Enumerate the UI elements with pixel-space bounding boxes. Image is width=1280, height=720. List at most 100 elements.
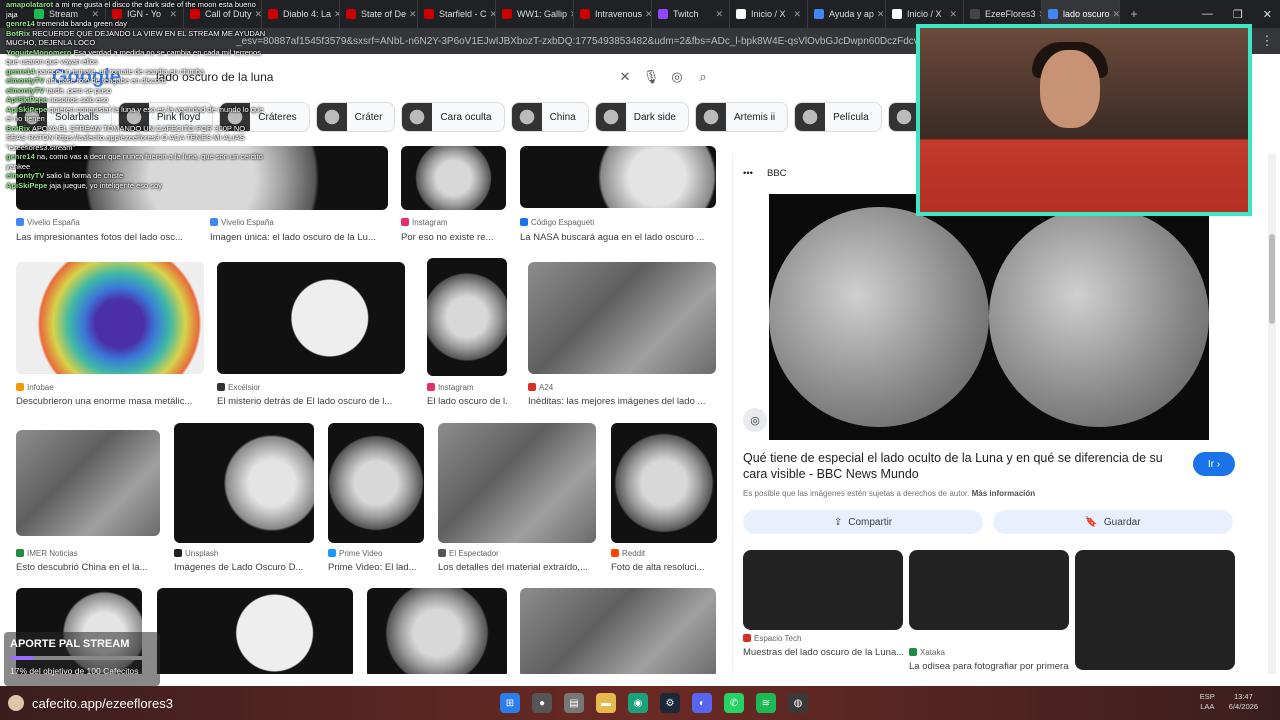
panel-site-name[interactable]: BBC xyxy=(767,168,787,179)
search-icon[interactable]: ⌕ xyxy=(690,69,716,85)
more-info-link[interactable]: Más información xyxy=(972,489,1036,498)
result-image[interactable] xyxy=(16,262,204,374)
result-image[interactable] xyxy=(520,588,716,674)
result-caption[interactable]: Descubrieron una enorme masa metálic... xyxy=(16,396,204,407)
result-caption[interactable]: Foto de alta resoluci... xyxy=(611,562,717,573)
close-tab-icon[interactable]: ✕ xyxy=(712,9,723,20)
share-button[interactable]: ⇪ Compartir xyxy=(743,510,983,534)
chat-text: tremenda banda green day xyxy=(36,19,127,28)
webcam-overlay xyxy=(916,24,1252,216)
close-tab-icon[interactable]: ✕ xyxy=(331,9,339,20)
close-tab-icon[interactable]: ✕ xyxy=(567,9,573,20)
related-image-2[interactable] xyxy=(909,550,1069,630)
close-tab-icon[interactable]: ✕ xyxy=(946,9,957,20)
share-label: Compartir xyxy=(848,516,893,528)
result-image[interactable] xyxy=(520,146,716,208)
tab-favicon-icon xyxy=(970,9,980,19)
browser-tab[interactable]: Twitch ✕ xyxy=(652,0,730,28)
whatsapp-icon[interactable]: ✆ xyxy=(724,693,744,713)
browser-tab[interactable]: State of De ✕ xyxy=(340,0,418,28)
related-image-3[interactable] xyxy=(1075,550,1235,670)
save-button[interactable]: 🔖 Guardar xyxy=(993,510,1233,534)
result-caption[interactable]: El misterio detrás de El lado oscuro de … xyxy=(217,396,405,407)
save-label: Guardar xyxy=(1103,516,1141,528)
chat-text: salio la forma de chiste xyxy=(46,171,124,180)
restore-icon[interactable]: ❐ xyxy=(1233,8,1243,21)
file-explorer-icon[interactable]: ▬ xyxy=(596,693,616,713)
visit-button[interactable]: Ir › xyxy=(1193,452,1235,476)
result-caption[interactable]: Imágenes de Lado Oscuro D... xyxy=(174,562,314,573)
browser-tab[interactable]: Starfield - C✕ xyxy=(418,0,496,28)
lens-search-icon[interactable]: ◎ xyxy=(743,408,767,432)
clock[interactable]: 13:47 6/4/2026 xyxy=(1229,692,1258,712)
clear-icon[interactable]: ✕ xyxy=(612,69,638,85)
donation-progress-fill xyxy=(10,656,35,660)
result-image[interactable] xyxy=(16,430,160,536)
result-image[interactable] xyxy=(157,588,353,674)
related-caption-2[interactable]: La odisea para fotografiar por primera..… xyxy=(909,661,1069,672)
result-image[interactable] xyxy=(438,423,596,543)
result-source: Excélsior xyxy=(217,383,260,392)
preview-title[interactable]: Qué tiene de especial el lado oculto de … xyxy=(743,450,1173,482)
result-image[interactable] xyxy=(174,423,314,543)
preview-image[interactable] xyxy=(769,194,1209,440)
filter-chip[interactable]: China xyxy=(510,102,589,132)
close-tab-icon[interactable]: ✕ xyxy=(406,9,417,20)
result-image[interactable] xyxy=(427,258,507,376)
browser-tab[interactable]: Diablo 4: La✕ xyxy=(262,0,340,28)
cafecito-banner: cafecito.app/ezeeflores3 xyxy=(8,691,173,715)
language-code: ESP xyxy=(1199,692,1215,701)
page-scrollbar[interactable] xyxy=(1268,154,1276,674)
result-image[interactable] xyxy=(611,423,717,543)
filter-chip[interactable]: Cráter xyxy=(315,102,396,132)
tab-favicon-icon xyxy=(424,9,434,19)
result-image[interactable] xyxy=(528,262,716,374)
close-tab-icon[interactable]: ✕ xyxy=(487,9,495,20)
minimize-icon[interactable]: — xyxy=(1202,8,1213,20)
close-tab-icon[interactable]: ✕ xyxy=(1110,9,1119,20)
url-field[interactable]: _esv=80887af1545f3579&sxsrf=ANbL-n6N2Y-3… xyxy=(236,36,936,47)
result-image[interactable] xyxy=(367,588,507,674)
filter-chip[interactable]: Cara oculta xyxy=(401,102,505,132)
language-indicator[interactable]: ESP LAA xyxy=(1200,692,1215,712)
browser-icon[interactable]: ◉ xyxy=(628,693,648,713)
close-window-icon[interactable]: ✕ xyxy=(1263,8,1272,21)
result-image[interactable] xyxy=(401,146,506,210)
close-tab-icon[interactable]: ✕ xyxy=(642,9,651,20)
browser-tab[interactable]: Ayuda y ap ✕ xyxy=(808,0,886,28)
source-icon xyxy=(174,549,182,557)
tab-title: Ayuda y ap xyxy=(829,9,874,19)
result-caption[interactable]: Por eso no existe re... xyxy=(401,232,506,243)
voice-search-icon[interactable]: 🎙 xyxy=(638,69,664,85)
obs-icon[interactable]: ◍ xyxy=(788,693,808,713)
browser-tab[interactable]: Inicio / X ✕ xyxy=(730,0,808,28)
filter-chip[interactable]: Artemis ii xyxy=(694,102,789,132)
browser-tab[interactable]: Intravenous ✕ xyxy=(574,0,652,28)
result-caption[interactable]: La NASA buscará agua en el lado oscuro .… xyxy=(520,232,716,243)
result-caption[interactable]: Los detalles del material extraído,... xyxy=(438,562,596,573)
related-caption-1[interactable]: Muestras del lado oscuro de la Luna... xyxy=(743,647,903,658)
discord-icon[interactable]: ◐ xyxy=(692,693,712,713)
task-view-icon[interactable]: ● xyxy=(532,693,552,713)
more-options-icon[interactable]: ••• xyxy=(743,168,753,179)
close-tab-icon[interactable]: ✕ xyxy=(874,9,885,20)
result-image[interactable] xyxy=(217,262,405,374)
result-image[interactable] xyxy=(328,423,424,543)
notes-icon[interactable]: ▤ xyxy=(564,693,584,713)
related-image-1[interactable] xyxy=(743,550,903,630)
browser-tab[interactable]: WW1: Gallip✕ xyxy=(496,0,574,28)
filter-chip[interactable]: Dark side xyxy=(594,102,689,132)
result-caption[interactable]: Prime Video: El lad... xyxy=(328,562,424,573)
filter-chip[interactable]: Película xyxy=(794,102,882,132)
spotify-icon[interactable]: ≋ xyxy=(756,693,776,713)
result-caption[interactable]: Esto descubrió China en el la... xyxy=(16,562,160,573)
scrollbar-thumb[interactable] xyxy=(1269,234,1275,324)
lens-icon[interactable]: ◎ xyxy=(664,69,690,85)
start-icon[interactable]: ⊞ xyxy=(500,693,520,713)
steam-icon[interactable]: ⚙ xyxy=(660,693,680,713)
result-caption[interactable]: Inéditas: las mejores imágenes del lado … xyxy=(528,396,716,407)
result-source: IMER Noticias xyxy=(16,549,78,558)
result-caption[interactable]: El lado oscuro de l... xyxy=(427,396,507,407)
close-tab-icon[interactable]: ✕ xyxy=(790,9,801,20)
chip-thumbnail xyxy=(595,103,626,131)
